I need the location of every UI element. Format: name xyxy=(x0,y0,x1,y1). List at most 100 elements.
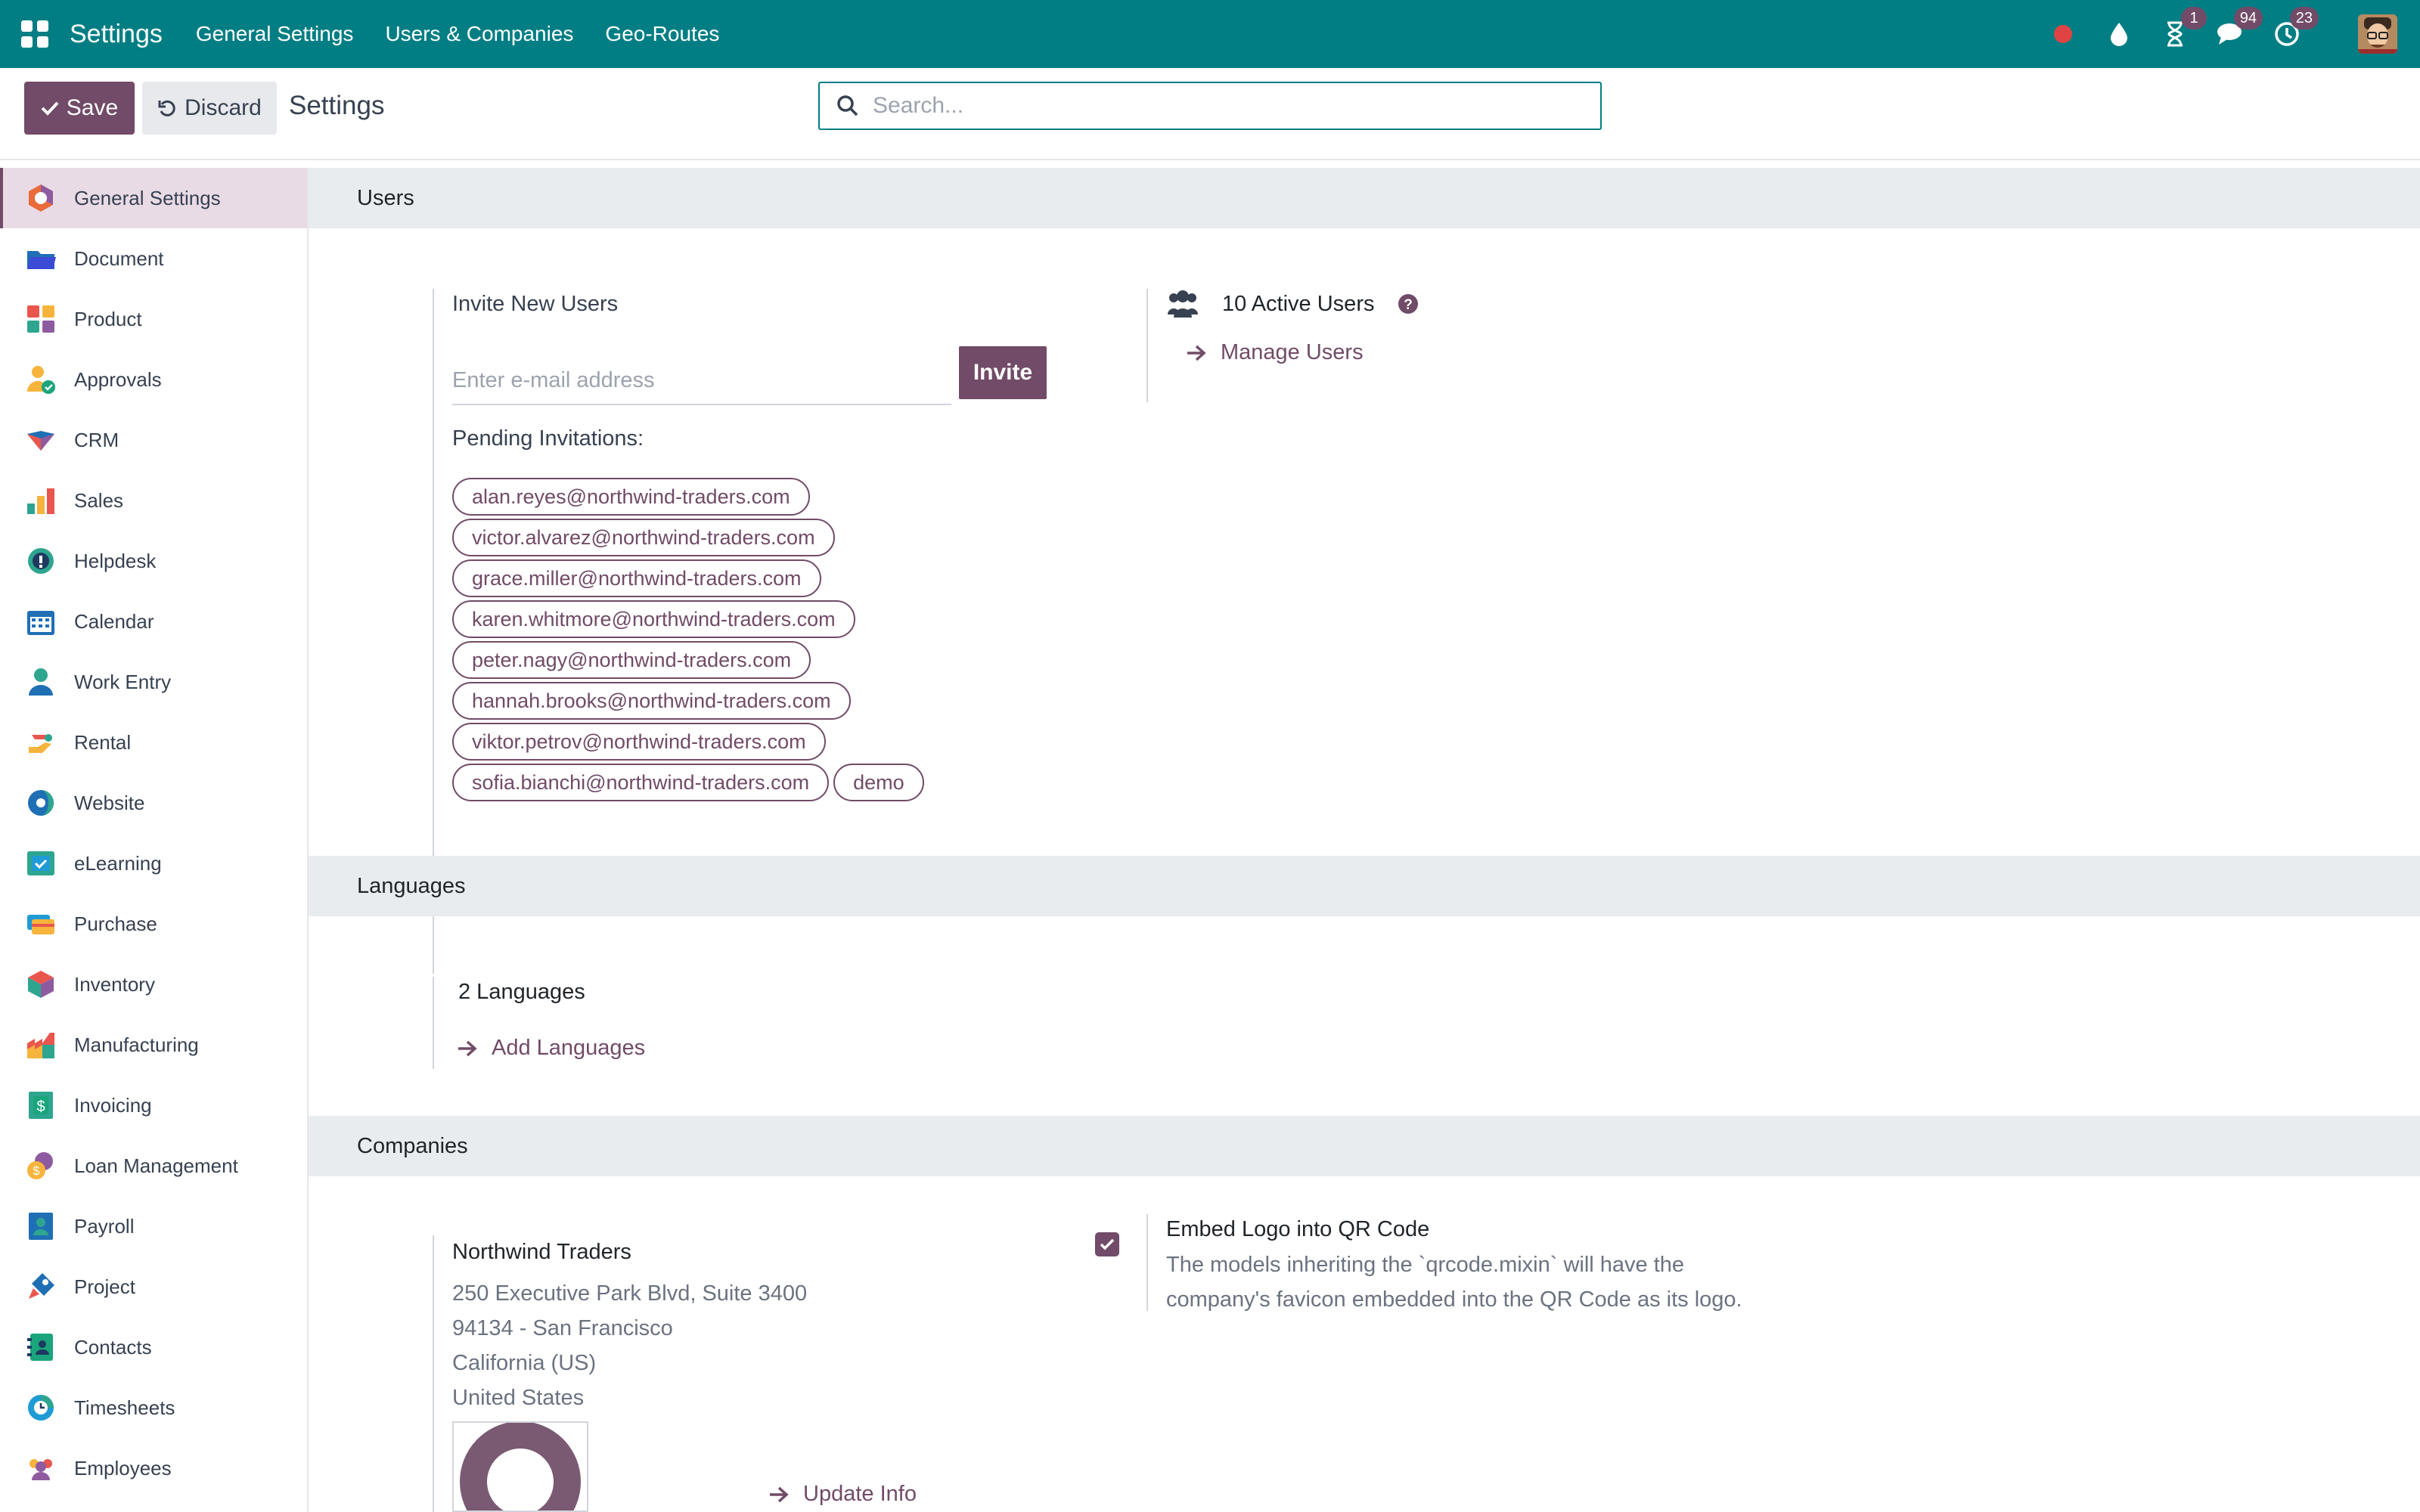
save-label: Save xyxy=(66,95,119,120)
chat-icon[interactable]: 94 xyxy=(2216,7,2263,49)
sidebar-item-loan-management[interactable]: $ Loan Management xyxy=(0,1136,307,1196)
invitation-chip[interactable]: hannah.brooks@northwind-traders.com xyxy=(452,682,851,720)
search-box[interactable] xyxy=(818,82,1602,130)
checkmark-icon xyxy=(1100,1238,1115,1250)
sidebar-item-label: Website xyxy=(74,791,145,814)
sidebar-item-timesheets[interactable]: Timesheets xyxy=(0,1377,307,1438)
update-info-link[interactable]: Update Info xyxy=(768,1482,917,1507)
menu-geo-routes[interactable]: Geo-Routes xyxy=(605,22,719,46)
sidebar-item-website[interactable]: Website xyxy=(0,773,307,833)
sidebar-item-employees[interactable]: Employees xyxy=(0,1438,307,1498)
sidebar-item-label: Loan Management xyxy=(74,1154,238,1177)
sidebar-item-label: Rental xyxy=(74,730,132,754)
add-languages-label: Add Languages xyxy=(492,1036,646,1060)
invitation-chip[interactable]: victor.alvarez@northwind-traders.com xyxy=(452,519,835,556)
invite-button[interactable]: Invite xyxy=(959,346,1047,399)
activity-hourglass-icon[interactable]: 1 xyxy=(2160,7,2207,49)
invitation-chip[interactable]: alan.reyes@northwind-traders.com xyxy=(452,478,810,516)
qr-setting-description-1: The models inheriting the `qrcode.mixin`… xyxy=(1166,1253,1685,1277)
sidebar-item-product[interactable]: Product xyxy=(0,289,307,349)
sidebar-item-label: Helpdesk xyxy=(74,549,157,572)
add-languages-link[interactable]: Add Languages xyxy=(457,1036,645,1061)
sidebar-item-manufacturing[interactable]: Manufacturing xyxy=(0,1015,307,1075)
search-input[interactable] xyxy=(873,93,1553,119)
invitation-chip-demo[interactable]: demo xyxy=(833,764,924,801)
active-users-count: 10 Active Users xyxy=(1222,292,1375,316)
address-line: California (US) xyxy=(452,1351,597,1375)
section-header-users: Users xyxy=(309,168,2420,228)
save-button[interactable]: Save xyxy=(24,82,135,135)
menu-users-companies[interactable]: Users & Companies xyxy=(385,22,573,46)
contacts-icon xyxy=(27,1334,53,1361)
section-header-languages: Languages xyxy=(309,856,2420,916)
user-avatar[interactable] xyxy=(2358,14,2397,54)
sidebar-item-payroll[interactable]: Payroll xyxy=(0,1196,307,1256)
sidebar-item-work-entry[interactable]: Work Entry xyxy=(0,652,307,712)
payroll-icon xyxy=(29,1213,53,1240)
sidebar-item-inventory[interactable]: Inventory xyxy=(0,954,307,1015)
qr-setting-divider xyxy=(1146,1214,1154,1311)
arrow-right-icon xyxy=(458,1040,477,1056)
menu-general-settings[interactable]: General Settings xyxy=(196,22,354,46)
sidebar-item-label: CRM xyxy=(74,428,119,451)
record-icon[interactable] xyxy=(2048,19,2078,49)
invitation-chip[interactable]: grace.miller@northwind-traders.com xyxy=(452,559,821,597)
company-setting xyxy=(433,1235,440,1512)
search-icon xyxy=(837,95,858,116)
rental-icon xyxy=(29,734,52,753)
timer-icon[interactable]: 23 xyxy=(2272,7,2319,49)
update-info-label: Update Info xyxy=(803,1482,917,1506)
sidebar-item-label: Sales xyxy=(74,488,124,512)
sidebar-item-label: Product xyxy=(74,307,142,330)
sidebar-item-label: Document xyxy=(74,246,164,270)
company-logo[interactable] xyxy=(452,1421,588,1512)
activity-badge: 1 xyxy=(2181,7,2207,29)
product-icon xyxy=(27,305,54,333)
droplet-icon[interactable] xyxy=(2104,19,2134,49)
languages-count: 2 Languages xyxy=(458,980,585,1004)
calendar-icon xyxy=(27,611,54,635)
sidebar-item-label: Employees xyxy=(74,1456,172,1479)
sidebar-item-general-settings[interactable]: General Settings xyxy=(0,168,307,228)
discard-button[interactable]: Discard xyxy=(142,82,277,135)
address-line: United States xyxy=(452,1386,585,1410)
general-settings-icon xyxy=(29,184,53,212)
sidebar-item-purchase[interactable]: Purchase xyxy=(0,894,307,954)
sidebar-item-rental[interactable]: Rental xyxy=(0,712,307,773)
sidebar-item-document[interactable]: Document xyxy=(0,228,307,289)
sidebar-item-label: Payroll xyxy=(74,1214,135,1238)
sidebar-item-sales[interactable]: Sales xyxy=(0,470,307,531)
sidebar-item-label: Approvals xyxy=(74,367,162,391)
document-icon xyxy=(27,251,56,269)
sidebar-item-project[interactable]: Project xyxy=(0,1256,307,1317)
loan-management-icon: $ xyxy=(27,1152,53,1179)
work-entry-icon xyxy=(29,668,53,696)
sidebar-item-crm[interactable]: CRM xyxy=(0,410,307,470)
sidebar-item-label: Work Entry xyxy=(74,670,172,693)
helpdesk-icon xyxy=(28,548,54,574)
embed-logo-qr-checkbox[interactable] xyxy=(1095,1232,1119,1256)
qr-setting-description-2: company's favicon embedded into the QR C… xyxy=(1166,1287,1742,1312)
sidebar-item-calendar[interactable]: Calendar xyxy=(0,591,307,652)
elearning-icon xyxy=(27,851,54,875)
invite-title: Invite New Users xyxy=(452,292,619,316)
sidebar-item-helpdesk[interactable]: Helpdesk xyxy=(0,531,307,591)
sidebar-item-elearning[interactable]: eLearning xyxy=(0,833,307,894)
invitation-chip[interactable]: sofia.bianchi@northwind-traders.com xyxy=(452,764,830,801)
invitation-chip[interactable]: karen.whitmore@northwind-traders.com xyxy=(452,600,855,638)
navbar-brand[interactable]: Settings xyxy=(70,20,163,49)
inventory-icon xyxy=(28,971,54,998)
sidebar-item-invoicing[interactable]: $ Invoicing xyxy=(0,1075,307,1136)
sidebar-item-approvals[interactable]: Approvals xyxy=(0,349,307,410)
manage-users-link[interactable]: Manage Users xyxy=(1186,340,1364,365)
invite-email-input[interactable] xyxy=(452,357,951,405)
invitation-chip[interactable]: viktor.petrov@northwind-traders.com xyxy=(452,723,826,761)
sidebar-item-contacts[interactable]: Contacts xyxy=(0,1317,307,1377)
sidebar-item-label: Manufacturing xyxy=(74,1033,199,1056)
arrow-right-icon xyxy=(1187,345,1206,361)
app-grid-icon[interactable] xyxy=(21,20,48,48)
help-question-icon[interactable]: ? xyxy=(1398,293,1419,314)
invitation-chip[interactable]: peter.nagy@northwind-traders.com xyxy=(452,641,811,679)
manufacturing-icon xyxy=(27,1033,54,1058)
website-icon xyxy=(28,790,54,816)
